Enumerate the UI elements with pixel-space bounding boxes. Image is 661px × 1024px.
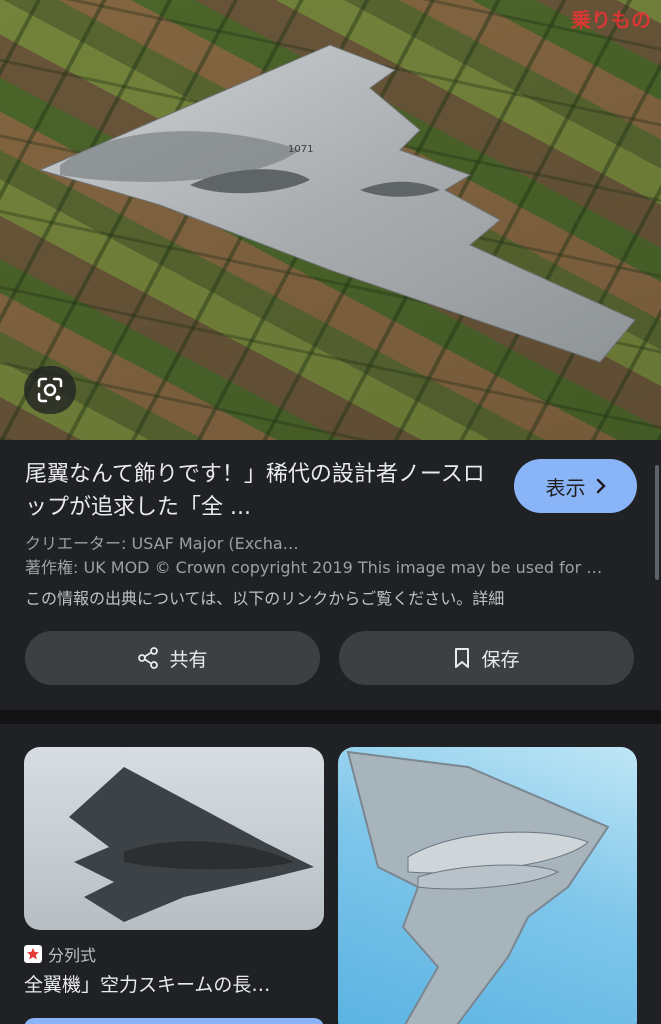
image-info-panel: 尾翼なんて飾りです！」稀代の設計者ノースロップが追求した「全 ... 表示 クリ… (0, 440, 661, 710)
save-button[interactable]: 保存 (339, 631, 634, 685)
share-icon (138, 647, 159, 669)
b2-bomber-image: 1071 (38, 44, 636, 363)
visit-button-label: 表示 (545, 475, 586, 500)
save-button-label: 保存 (481, 648, 520, 671)
bookmark-icon (455, 648, 470, 668)
copyright-text: 著作権: UK MOD © Crown copyright 2019 This … (25, 558, 603, 577)
related-source-name: 分列式 (48, 946, 97, 965)
related-image-1[interactable] (24, 747, 324, 930)
source-details-link[interactable]: この情報の出典については、以下のリンクからご覧ください。詳細 (25, 585, 635, 609)
source-favicon-icon (24, 945, 42, 963)
related-illustration (346, 750, 610, 1024)
image-title[interactable]: 尾翼なんて飾りです！」稀代の設計者ノースロップが追求した「全 ... (25, 458, 495, 524)
related-title[interactable]: 全翼機」空力スキームの長… (24, 970, 324, 997)
share-button[interactable]: 共有 (25, 631, 320, 685)
section-divider (0, 710, 661, 724)
hero-image[interactable]: 1071 乗りもの (0, 0, 661, 440)
share-button-label: 共有 (169, 648, 208, 671)
related-source[interactable]: 分列式 (24, 942, 96, 966)
google-lens-button[interactable] (24, 366, 76, 414)
related-image-2[interactable] (338, 747, 637, 1024)
aircraft-marking: 1071 (288, 144, 313, 155)
creator-text: クリエーター: USAF Major (Excha… (25, 534, 299, 553)
related-bomber-photo (69, 767, 314, 922)
related-visit-button[interactable] (24, 1018, 324, 1024)
site-watermark-logo: 乗りもの (571, 8, 651, 32)
scrollbar[interactable] (655, 465, 659, 580)
chevron-right-icon (596, 478, 606, 494)
google-lens-icon (37, 377, 63, 403)
visit-button[interactable]: 表示 (514, 459, 637, 513)
